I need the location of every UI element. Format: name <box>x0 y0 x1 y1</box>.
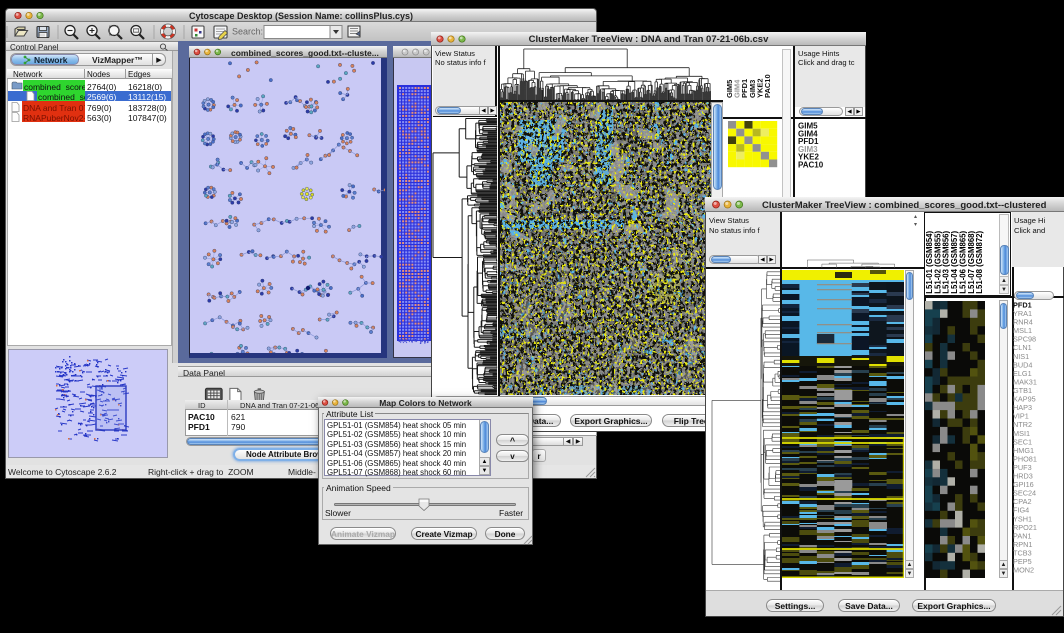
svg-text:PAC10: PAC10 <box>798 161 824 170</box>
svg-text:GPL51-08 (GSM872): GPL51-08 (GSM872) <box>975 230 984 294</box>
svg-text:Search:: Search: <box>232 27 263 37</box>
svg-text:PAC10: PAC10 <box>763 74 772 98</box>
svg-text:MON2: MON2 <box>1013 566 1034 575</box>
